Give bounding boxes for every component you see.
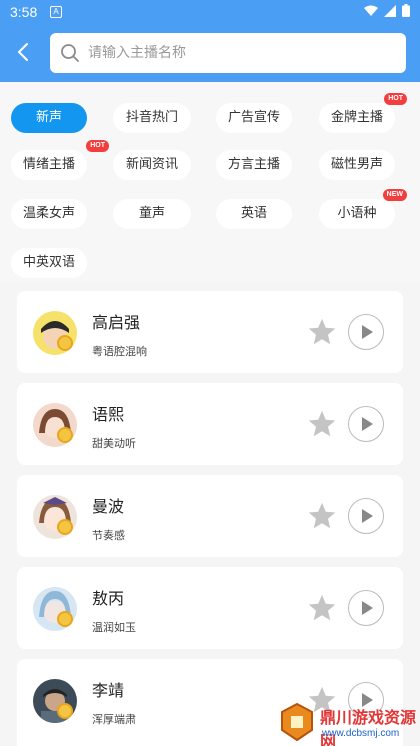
chip-bilingual[interactable]: 中英双语 (11, 248, 87, 278)
chip-label: 情绪主播 (22, 157, 75, 172)
play-icon (362, 509, 373, 523)
anchor-desc: 粤语腔混响 (92, 345, 147, 358)
search-input[interactable] (88, 45, 378, 61)
status-time: 3:58 (10, 4, 38, 20)
status-bar: 3:58 A (0, 0, 420, 24)
system-icons (364, 4, 410, 17)
hot-badge: HOT (86, 140, 109, 152)
anchor-name: 高启强 (92, 313, 141, 332)
play-button[interactable] (348, 498, 384, 534)
star-icon[interactable] (307, 501, 337, 531)
signal-icon (384, 4, 396, 17)
hot-badge: HOT (384, 93, 407, 105)
star-icon[interactable] (307, 593, 337, 623)
chip-label: 新声 (35, 110, 62, 125)
back-arrow-icon[interactable] (12, 40, 36, 64)
chip-dialect[interactable]: 方言主播 (216, 150, 292, 180)
star-icon[interactable] (307, 409, 337, 439)
chip-label: 童声 (138, 206, 165, 221)
chip-child[interactable]: 童声 (113, 199, 191, 229)
medal-icon (57, 519, 73, 535)
play-icon (362, 601, 373, 615)
anchor-name: 语熙 (92, 405, 125, 424)
anchor-name: 敖丙 (92, 589, 125, 608)
chip-xinsheng[interactable]: 新声 (11, 103, 87, 133)
chip-label: 温柔女声 (22, 206, 75, 221)
chip-label: 英语 (240, 206, 267, 221)
chip-magnetic-male[interactable]: 磁性男声 (319, 150, 395, 180)
category-chips: 新声 抖音热门 广告宣传 金牌主播 HOT 情绪主播 HOT 新闻资讯 方言主播… (0, 82, 420, 282)
battery-icon (402, 4, 410, 17)
anchor-name: 李靖 (92, 681, 125, 700)
chip-gentle-female[interactable]: 温柔女声 (11, 199, 87, 229)
medal-icon (57, 427, 73, 443)
search-icon (61, 44, 79, 62)
chip-label: 方言主播 (227, 157, 280, 172)
star-icon[interactable] (307, 317, 337, 347)
chip-label: 磁性男声 (330, 157, 383, 172)
chip-emotion-anchor[interactable]: 情绪主播 HOT (11, 140, 109, 180)
chip-label: 抖音热门 (125, 110, 178, 125)
chip-gold-anchor[interactable]: 金牌主播 HOT (319, 93, 407, 133)
play-button[interactable] (348, 590, 384, 626)
wifi-icon (364, 5, 378, 16)
play-icon (362, 325, 373, 339)
anchor-desc: 节奏感 (92, 529, 125, 542)
chip-english[interactable]: 英语 (216, 199, 292, 229)
chip-label: 小语种 (337, 206, 377, 221)
play-button[interactable] (348, 314, 384, 350)
chip-label: 中英双语 (22, 255, 75, 270)
chip-label: 广告宣传 (227, 110, 280, 125)
play-icon (362, 417, 373, 431)
anchor-desc: 甜美动听 (92, 437, 136, 450)
chip-minor-language[interactable]: 小语种 NEW (319, 189, 407, 229)
search-box[interactable] (50, 33, 406, 73)
header-bar: 3:58 A (0, 0, 420, 82)
watermark-logo-icon (281, 702, 313, 742)
chip-news[interactable]: 新闻资讯 (113, 150, 191, 180)
anchor-desc: 温润如玉 (92, 621, 136, 634)
chip-label: 金牌主播 (330, 110, 383, 125)
play-button[interactable] (348, 406, 384, 442)
medal-icon (57, 335, 73, 351)
anchor-name: 曼波 (92, 497, 125, 516)
new-badge: NEW (382, 189, 407, 201)
anchor-card[interactable]: 曼波 节奏感 (17, 475, 403, 557)
watermark-url: www.dcbsmj.com (322, 728, 400, 739)
medal-icon (57, 611, 73, 627)
anchor-card[interactable]: 敖丙 温润如玉 (17, 567, 403, 649)
notification-a-icon: A (50, 6, 62, 18)
chip-douyin-hot[interactable]: 抖音热门 (113, 103, 191, 133)
chip-label: 新闻资讯 (125, 157, 178, 172)
chip-ads[interactable]: 广告宣传 (216, 103, 292, 133)
anchor-card[interactable]: 高启强 粤语腔混响 (17, 291, 403, 373)
anchor-card[interactable]: 语熙 甜美动听 (17, 383, 403, 465)
medal-icon (57, 703, 73, 719)
watermark: 鼎川游戏资源网 www.dcbsmj.com (230, 700, 420, 746)
watermark-title: 鼎川游戏资源网 (320, 708, 417, 746)
anchor-desc: 浑厚端肃 (92, 713, 136, 726)
